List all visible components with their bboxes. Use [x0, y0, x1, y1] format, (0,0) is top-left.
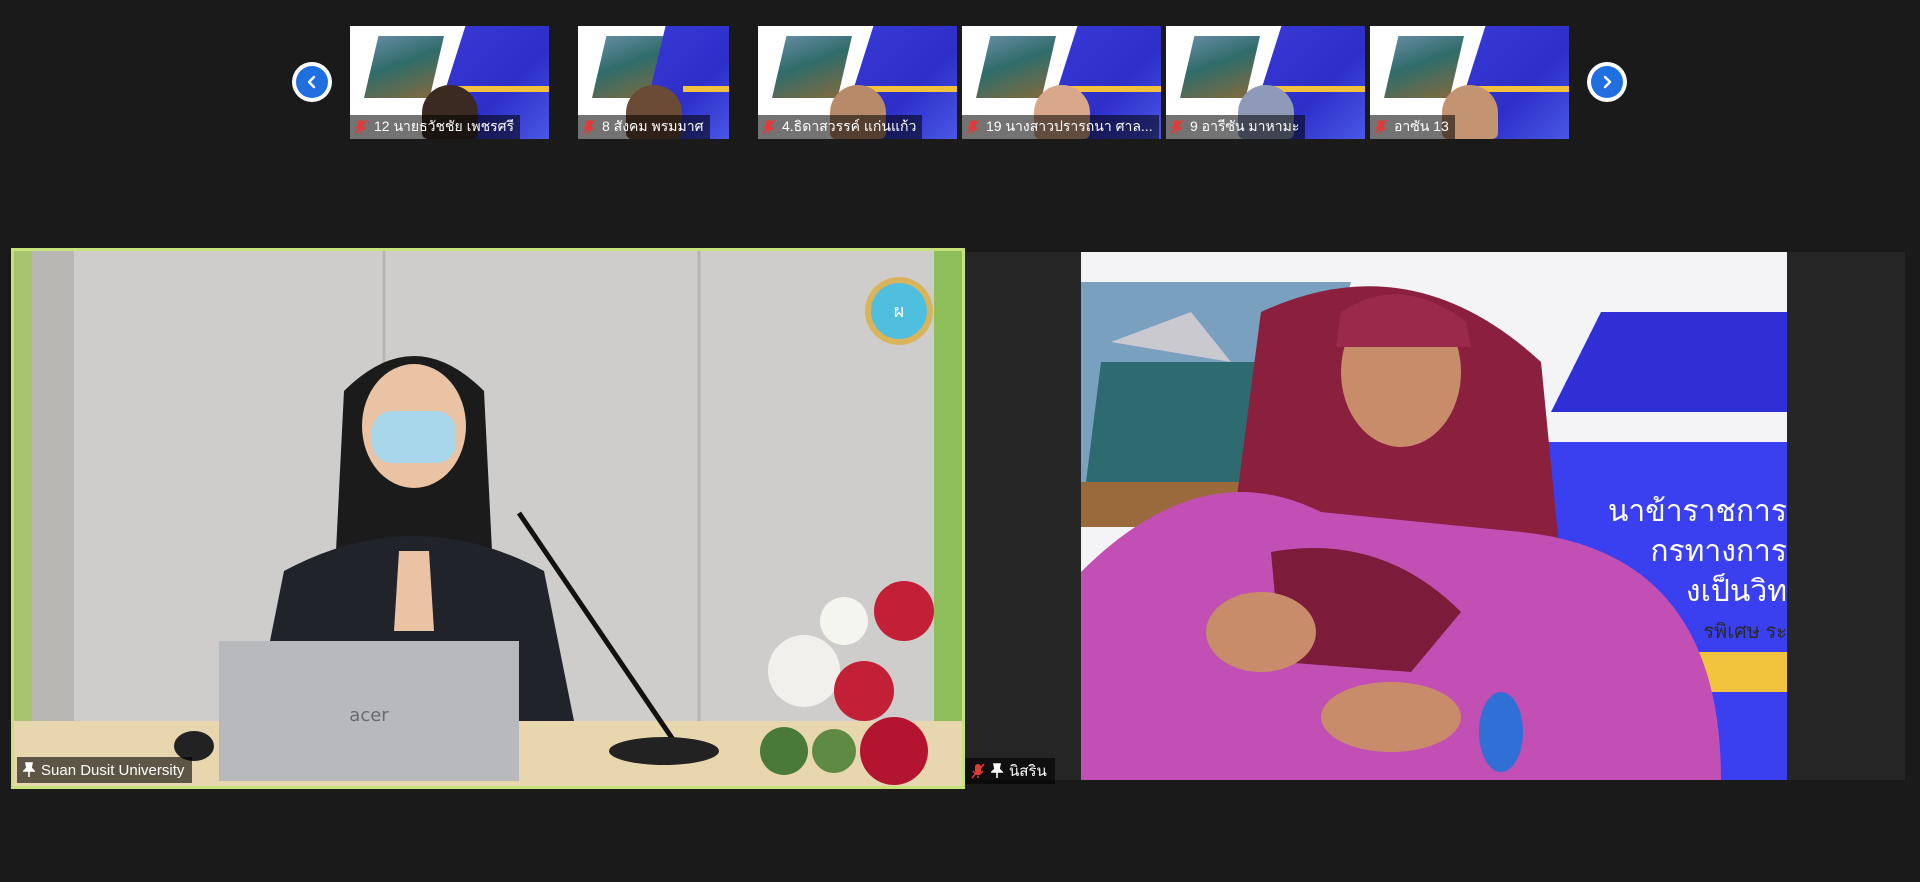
- mic-off-icon: [971, 763, 985, 779]
- thumbnail-name: อาซัน 13: [1394, 118, 1449, 134]
- thumbnail-name-tag: 8 สังคม พรมมาศ: [578, 115, 710, 139]
- banner-text: นาข้าราชการ กรทางการ งเป็นวิท รพิเศษ ระ: [1608, 492, 1787, 652]
- thumbnail-name: 4.ธิดาสวรรค์ แก่นแก้ว: [782, 118, 917, 134]
- pin-icon: [23, 762, 35, 777]
- video-tile-participant[interactable]: นาข้าราชการ กรทางการ งเป็นวิท รพิเศษ ระ …: [965, 252, 1905, 784]
- video-tile-active-speaker[interactable]: ผ acer Suan Dusit University: [11, 248, 965, 789]
- speaker-name-tag: Suan Dusit University: [17, 757, 193, 783]
- thumbnail-name: 9 อารีซัน มาหามะ: [1190, 118, 1300, 134]
- thumbnail-name-tag: 12 นายธวัชชัย เพชรศรี: [350, 115, 521, 139]
- participant-name: นิสริน: [1009, 763, 1047, 780]
- mic-off-icon: [762, 119, 776, 135]
- participant-thumbnail[interactable]: 12 นายธวัชชัย เพชรศรี: [350, 26, 549, 139]
- chevron-right-icon: [1591, 66, 1623, 98]
- mic-off-icon: [1170, 119, 1184, 135]
- thumbnail-name: 8 สังคม พรมมาศ: [602, 118, 704, 134]
- banner-line: นาข้าราชการ: [1607, 495, 1787, 528]
- participant-thumbnail[interactable]: 19 นางสาวปรารถนา ศาล...: [962, 26, 1161, 139]
- participant-thumbnail[interactable]: 8 สังคม พรมมาศ: [578, 26, 729, 139]
- banner-line: งเป็นวิท: [1685, 575, 1787, 608]
- thumbnail-name: 19 นางสาวปรารถนา ศาล...: [986, 118, 1153, 134]
- thumbnail-name-tag: 19 นางสาวปรารถนา ศาล...: [962, 115, 1159, 139]
- pin-icon: [991, 763, 1003, 778]
- mic-off-icon: [354, 119, 368, 135]
- banner-line: กรทางการ: [1650, 535, 1787, 568]
- banner-line: รพิเศษ ระ: [1703, 621, 1787, 643]
- participant-thumbnail[interactable]: 9 อารีซัน มาหามะ: [1166, 26, 1365, 139]
- mic-off-icon: [1374, 119, 1388, 135]
- thumbnail-name-tag: 4.ธิดาสวรรค์ แก่นแก้ว: [758, 115, 923, 139]
- speaker-video-frame: ผ acer: [14, 251, 962, 786]
- thumbnail-name: 12 นายธวัชชัย เพชรศรี: [374, 118, 515, 134]
- mic-off-icon: [966, 119, 980, 135]
- laptop-brand-text: acer: [349, 705, 389, 726]
- chevron-left-icon: [296, 66, 328, 98]
- thumbnail-name-tag: 9 อารีซัน มาหามะ: [1166, 115, 1306, 139]
- previous-page-button[interactable]: [292, 62, 332, 102]
- next-page-button[interactable]: [1587, 62, 1627, 102]
- thumbnail-name-tag: อาซัน 13: [1370, 115, 1455, 139]
- speaker-name: Suan Dusit University: [41, 761, 185, 779]
- mic-off-icon: [582, 119, 596, 135]
- participant-name-tag: นิสริน: [965, 758, 1055, 784]
- participant-thumbnail[interactable]: อาซัน 13: [1370, 26, 1569, 139]
- svg-text:ผ: ผ: [894, 301, 905, 322]
- participant-thumbnail[interactable]: 4.ธิดาสวรรค์ แก่นแก้ว: [758, 26, 957, 139]
- participant-video-frame: นาข้าราชการ กรทางการ งเป็นวิท รพิเศษ ระ: [1081, 252, 1787, 780]
